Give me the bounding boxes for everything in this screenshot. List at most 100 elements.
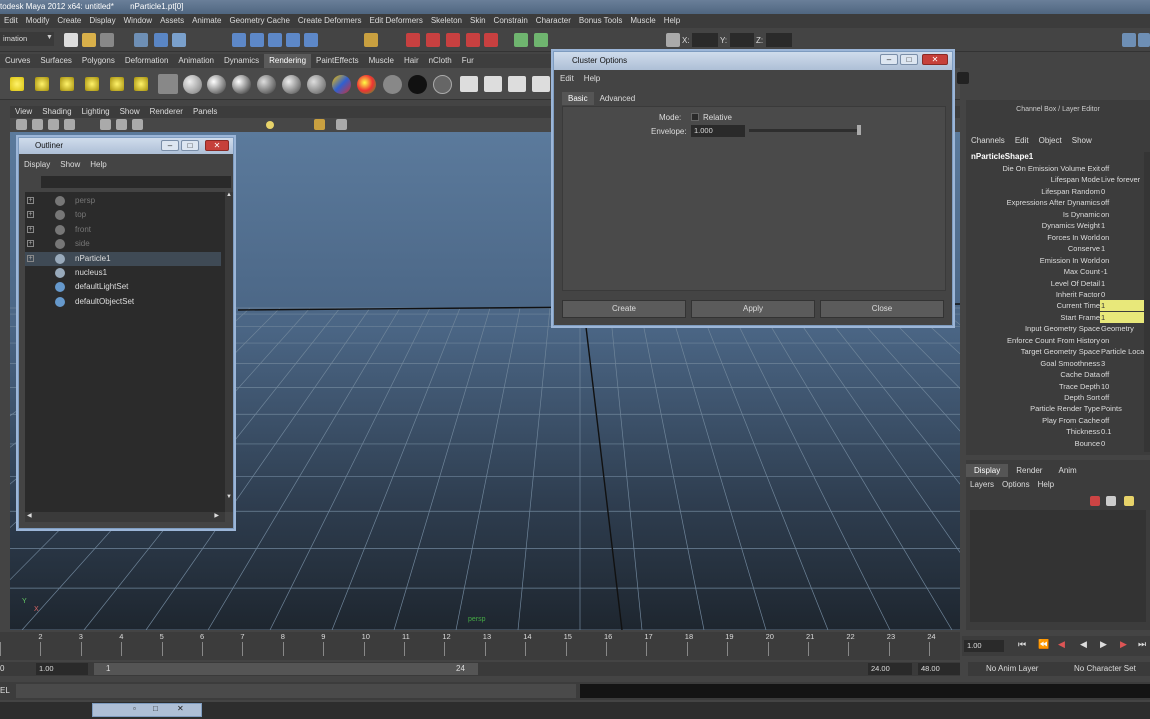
- cluster-close-button[interactable]: ✕: [922, 54, 948, 65]
- channel-menu-channels[interactable]: Channels: [966, 134, 1010, 148]
- outliner-vertical-scrollbar[interactable]: ▲ ▼: [225, 192, 233, 512]
- channel-attribute-value[interactable]: -1: [1100, 266, 1146, 277]
- outliner-minimize-button[interactable]: –: [161, 140, 179, 151]
- mode-dropdown-icon[interactable]: ▼: [46, 34, 53, 41]
- menu-geometry-cache[interactable]: Geometry Cache: [225, 14, 293, 28]
- outliner-item[interactable]: + top: [25, 208, 221, 222]
- render-clapper-icon-3[interactable]: [508, 76, 526, 92]
- cluster-tab-advanced[interactable]: Advanced: [594, 92, 642, 105]
- outliner-item[interactable]: + side: [25, 237, 221, 251]
- cluster-tab-basic[interactable]: Basic: [562, 92, 594, 105]
- select-by-component-icon[interactable]: [172, 33, 186, 47]
- channel-attribute-value[interactable]: on: [1100, 335, 1146, 346]
- save-scene-icon[interactable]: [100, 33, 114, 47]
- menu-create-deformers[interactable]: Create Deformers: [294, 14, 366, 28]
- range-end-outer-field[interactable]: 48.00: [918, 663, 960, 675]
- layer-tab-anim[interactable]: Anim: [1050, 464, 1084, 477]
- menu-skeleton[interactable]: Skeleton: [427, 14, 466, 28]
- outliner-item[interactable]: + nParticle1: [25, 251, 221, 266]
- shading-grey-icon[interactable]: [433, 75, 452, 94]
- restore-icon[interactable]: ▫: [133, 704, 136, 713]
- range-slider-bar[interactable]: 1 24: [94, 663, 478, 675]
- panel-menu-renderer[interactable]: Renderer: [145, 106, 188, 118]
- play-backwards-icon[interactable]: ◀: [1080, 639, 1087, 650]
- channel-attribute-value[interactable]: off: [1100, 415, 1146, 426]
- shelf-tab-surfaces[interactable]: Surfaces: [35, 54, 77, 68]
- channel-attribute-row[interactable]: Start Frame 1: [966, 311, 1150, 323]
- phonge-material-icon[interactable]: [257, 75, 276, 94]
- shelf-tab-painteffects[interactable]: PaintEffects: [311, 54, 364, 68]
- shelf-tab-ncloth[interactable]: nCloth: [424, 54, 457, 68]
- apply-button[interactable]: Apply: [691, 300, 815, 318]
- channel-attribute-row[interactable]: Lifespan Mode Live forever: [966, 174, 1150, 185]
- close-icon[interactable]: ✕: [177, 704, 184, 713]
- new-layer-icon[interactable]: [1090, 496, 1100, 506]
- channel-attribute-value[interactable]: 0: [1100, 438, 1146, 449]
- layer-tab-render[interactable]: Render: [1008, 464, 1050, 477]
- transform-mode-icon[interactable]: [666, 33, 680, 47]
- x-field[interactable]: [692, 33, 718, 47]
- toggle-channel-box-icon[interactable]: [1122, 33, 1136, 47]
- snap-grid-icon[interactable]: [232, 33, 246, 47]
- expand-icon[interactable]: +: [27, 197, 34, 204]
- cluster-maximize-button[interactable]: □: [900, 54, 918, 65]
- phong-material-icon[interactable]: [232, 75, 251, 94]
- channel-attribute-row[interactable]: Thickness 0.1: [966, 426, 1150, 437]
- menu-muscle[interactable]: Muscle: [626, 14, 659, 28]
- anim-layer-menu[interactable]: No Anim Layer: [968, 662, 1064, 676]
- camera-select-icon[interactable]: [16, 119, 27, 130]
- close-button[interactable]: Close: [820, 300, 944, 318]
- outliner-menu-display[interactable]: Display: [19, 158, 55, 172]
- render-frame-icon[interactable]: [406, 33, 420, 47]
- outliner-item[interactable]: + persp: [25, 194, 221, 208]
- camera-attr-icon[interactable]: [32, 119, 43, 130]
- channel-attribute-value[interactable]: off: [1100, 197, 1146, 208]
- channel-attribute-value[interactable]: 1: [1100, 300, 1146, 312]
- layer-tab-display[interactable]: Display: [966, 464, 1009, 477]
- menu-help[interactable]: Help: [660, 14, 684, 28]
- channel-attribute-row[interactable]: Die On Emission Volume Exit off: [966, 163, 1150, 174]
- shelf-tab-polygons[interactable]: Polygons: [77, 54, 120, 68]
- open-scene-icon[interactable]: [82, 33, 96, 47]
- relative-checkbox[interactable]: [691, 113, 699, 121]
- shelf-tab-rendering[interactable]: Rendering: [264, 54, 312, 68]
- channel-attribute-value[interactable]: off: [1100, 163, 1146, 174]
- go-to-end-icon[interactable]: ⏭: [1138, 639, 1146, 650]
- channel-attribute-row[interactable]: Max Count -1: [966, 266, 1150, 277]
- layer-menu-layers[interactable]: Layers: [970, 480, 994, 489]
- menu-window[interactable]: Window: [120, 14, 156, 28]
- outliner-close-button[interactable]: ✕: [205, 140, 229, 151]
- surface-shader-icon[interactable]: [357, 75, 376, 94]
- channel-attribute-value[interactable]: Particle Local: [1100, 346, 1146, 357]
- snap-point-icon[interactable]: [268, 33, 282, 47]
- channel-attribute-row[interactable]: Dynamics Weight 1: [966, 220, 1150, 231]
- outliner-item[interactable]: + front: [25, 223, 221, 237]
- layer-move-icon[interactable]: [1124, 496, 1134, 506]
- channel-attribute-value[interactable]: 1: [1100, 243, 1146, 254]
- snap-curve-icon[interactable]: [250, 33, 264, 47]
- step-forward-key-icon[interactable]: ▶: [1120, 639, 1127, 650]
- ambient-light-icon[interactable]: [134, 77, 148, 91]
- channel-attribute-value[interactable]: Points: [1100, 403, 1146, 414]
- channel-attribute-value[interactable]: off: [1100, 369, 1146, 380]
- create-button[interactable]: Create: [562, 300, 686, 318]
- outliner-filter-input[interactable]: [41, 176, 231, 188]
- channel-attribute-row[interactable]: Enforce Count From History on: [966, 335, 1150, 346]
- z-field[interactable]: [766, 33, 792, 47]
- step-back-icon[interactable]: ⏪: [1038, 639, 1049, 650]
- shelf-tab-muscle[interactable]: Muscle: [364, 54, 399, 68]
- image-plane-icon[interactable]: [64, 119, 75, 130]
- outliner-item[interactable]: defaultLightSet: [25, 280, 221, 294]
- new-layer-selected-icon[interactable]: [1106, 496, 1116, 506]
- shelf-tab-deformation[interactable]: Deformation: [120, 54, 174, 68]
- textured-icon[interactable]: [132, 119, 143, 130]
- panel-menu-panels[interactable]: Panels: [188, 106, 222, 118]
- channel-attribute-value[interactable]: on: [1100, 232, 1146, 243]
- snap-plane-icon[interactable]: [286, 33, 300, 47]
- outliner-menu-show[interactable]: Show: [55, 158, 85, 172]
- character-set-menu[interactable]: No Character Set: [1064, 662, 1150, 676]
- command-input[interactable]: [16, 684, 576, 698]
- bookmark-icon[interactable]: [48, 119, 59, 130]
- area-light-icon[interactable]: [85, 77, 99, 91]
- menu-character[interactable]: Character: [532, 14, 575, 28]
